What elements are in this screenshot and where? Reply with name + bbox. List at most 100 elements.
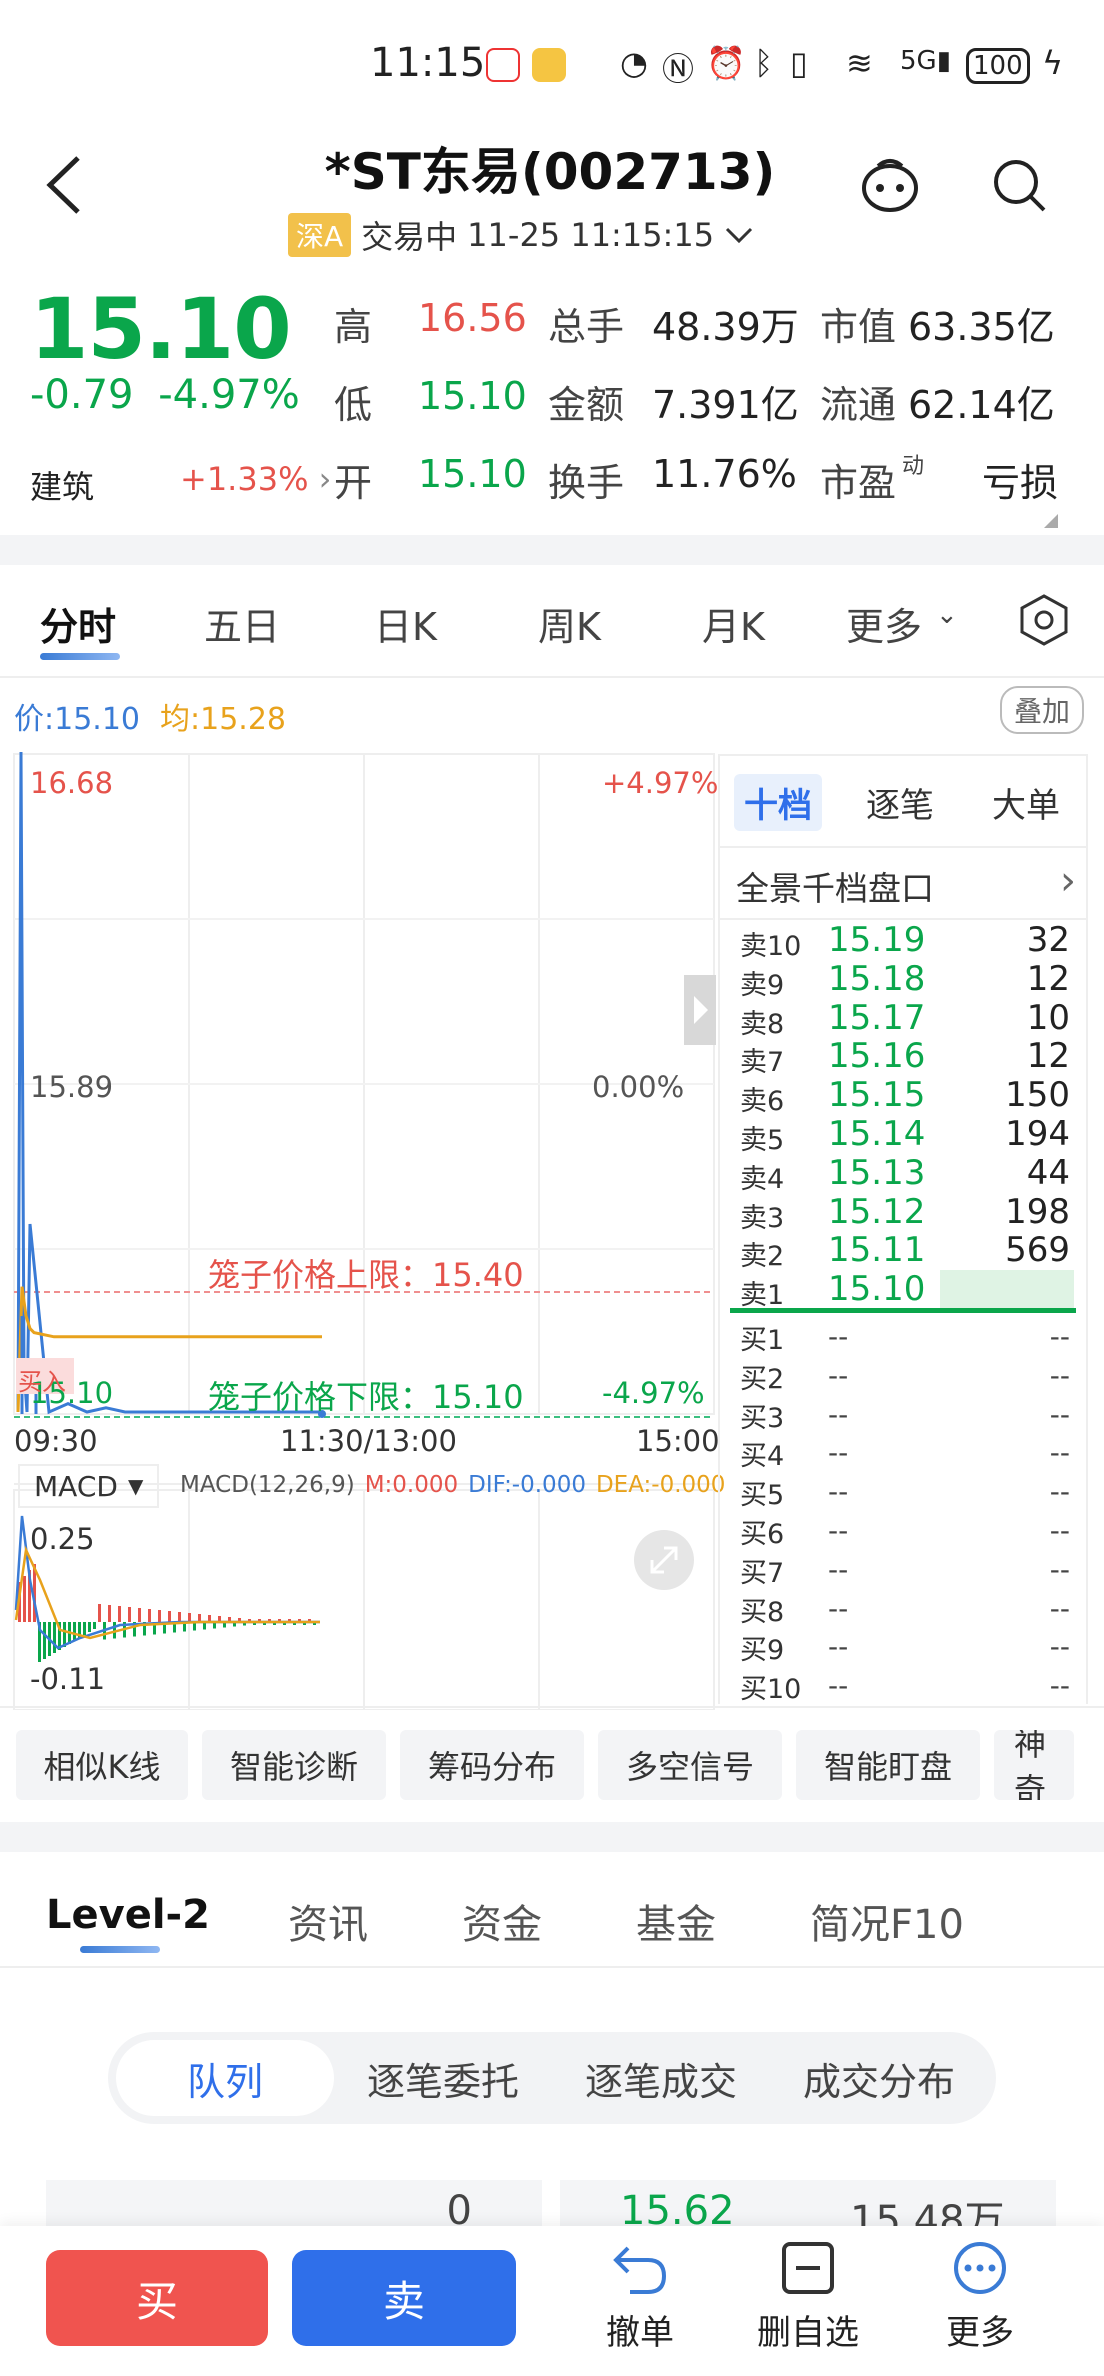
- orderbook-tab[interactable]: 十档: [734, 774, 822, 831]
- tab-period[interactable]: 周K: [538, 596, 601, 651]
- tab-period[interactable]: 日K: [374, 596, 437, 651]
- orderbook-tab[interactable]: 大单: [982, 774, 1070, 831]
- level-label: 卖6: [740, 1086, 785, 1118]
- bid-row[interactable]: 买1 -- --: [740, 1314, 1070, 1356]
- section-divider: [0, 535, 1104, 565]
- level-label: 卖8: [740, 1008, 785, 1040]
- macd-m: M:0.000: [364, 1472, 459, 1498]
- info-tab[interactable]: 基金: [636, 1892, 716, 1950]
- bid-row[interactable]: 买9 -- --: [740, 1624, 1070, 1666]
- cancel-order-button[interactable]: 撤单: [580, 2240, 700, 2354]
- tab-period[interactable]: 更多: [846, 596, 922, 651]
- macd-bar: [23, 1576, 26, 1622]
- level-price: --: [828, 1436, 849, 1470]
- more-button[interactable]: 更多: [920, 2240, 1040, 2354]
- remove-watchlist-button[interactable]: 删自选: [748, 2240, 868, 2354]
- ask-row[interactable]: 卖8 15.17 10: [740, 997, 1070, 1040]
- intraday-chart[interactable]: [0, 680, 720, 1710]
- trading-status[interactable]: 深A 交易中 11-25 11:15:15: [288, 212, 754, 258]
- tab-period[interactable]: 月K: [702, 596, 765, 651]
- bid-row[interactable]: 买5 -- --: [740, 1469, 1070, 1511]
- info-tab[interactable]: 资金: [462, 1892, 542, 1950]
- panorama-label: 全景千档盘口: [736, 869, 934, 908]
- alarm-icon: ⏰: [706, 44, 746, 82]
- level-price: --: [828, 1514, 849, 1547]
- level-label: 卖4: [740, 1163, 785, 1195]
- tab-period[interactable]: 五日: [204, 596, 280, 651]
- macd-selector[interactable]: MACD ▼: [18, 1464, 160, 1508]
- tool-button[interactable]: 智能盯盘: [796, 1730, 980, 1800]
- sector-name[interactable]: 建筑: [30, 462, 94, 508]
- divider: [0, 1706, 1104, 1708]
- bid-row[interactable]: 买4 -- --: [740, 1430, 1070, 1472]
- ask-row[interactable]: 卖2 15.11 569: [740, 1230, 1070, 1272]
- buy-button[interactable]: 买: [46, 2250, 268, 2346]
- bid-row[interactable]: 买7 -- --: [740, 1547, 1070, 1589]
- tool-button[interactable]: 智能诊断: [202, 1730, 386, 1800]
- speed-icon: ◔: [620, 44, 648, 82]
- buy-marker[interactable]: 买入: [18, 1362, 66, 1397]
- vibrate-icon: ▯: [790, 44, 808, 82]
- bid-row[interactable]: 买8 -- --: [740, 1586, 1070, 1628]
- status-bar: 11:15 ◔ Ⓝ ⏰ ᛒ ▯ ≋ 5G▮ 100 ϟ: [0, 0, 1104, 130]
- time-end-label: 15:00: [636, 1424, 720, 1458]
- level-volume: 10: [1026, 997, 1070, 1038]
- segment-tab[interactable]: 逐笔成交: [552, 2032, 770, 2124]
- level-label: 卖7: [740, 1047, 785, 1079]
- level-price: 15.16: [828, 1036, 926, 1077]
- ask-row[interactable]: 卖9 15.18 12: [740, 958, 1070, 1001]
- level-price: 15.18: [828, 958, 926, 999]
- sector-change-value: +1.33%: [180, 460, 309, 498]
- level-price: 15.17: [828, 997, 926, 1038]
- segment-tab[interactable]: 成交分布: [770, 2032, 988, 2124]
- orderbook-tab[interactable]: 逐笔: [856, 774, 944, 831]
- macd-bar: [188, 1613, 191, 1622]
- search-button[interactable]: [990, 156, 1050, 220]
- tool-button[interactable]: 神奇: [994, 1730, 1074, 1800]
- assistant-button[interactable]: [858, 156, 922, 220]
- panorama-link[interactable]: 全景千档盘口 ›: [736, 858, 1076, 910]
- info-tab[interactable]: 资讯: [288, 1892, 368, 1950]
- battery-icon: 100: [966, 48, 1030, 84]
- macd-bar: [83, 1622, 86, 1635]
- tool-button[interactable]: 多空信号: [598, 1730, 782, 1800]
- page-title: *ST东易(002713): [324, 143, 776, 201]
- bid-row[interactable]: 买2 -- --: [740, 1353, 1070, 1395]
- level-volume: --: [1049, 1436, 1070, 1470]
- level-label: 买8: [740, 1596, 785, 1628]
- tool-button[interactable]: 相似K线: [16, 1730, 188, 1800]
- level-label: 卖9: [740, 969, 785, 1001]
- ask-row[interactable]: 卖5 15.14 194: [740, 1114, 1070, 1156]
- sector-change[interactable]: +1.33% ›: [180, 460, 331, 498]
- info-tab[interactable]: 简况F10: [810, 1892, 964, 1950]
- cage-lower-label: 笼子价格下限：15.10: [208, 1378, 524, 1416]
- tab-period[interactable]: 分时: [40, 596, 116, 651]
- ask-row[interactable]: 卖10 15.19 32: [740, 920, 1070, 962]
- ask-row[interactable]: 卖4 15.13 44: [740, 1153, 1070, 1195]
- ask-row[interactable]: 卖3 15.12 198: [740, 1192, 1070, 1234]
- stat-label: 换手: [548, 461, 625, 505]
- bid-row[interactable]: 买10 -- --: [740, 1663, 1070, 1705]
- bid-row[interactable]: 买6 -- --: [740, 1508, 1070, 1550]
- chart-settings-button[interactable]: [1016, 592, 1072, 652]
- macd-top-label: 0.25: [30, 1522, 95, 1556]
- segment-tab[interactable]: 逐笔委托: [334, 2032, 552, 2124]
- bid-row[interactable]: 买3 -- --: [740, 1392, 1070, 1434]
- sell-button[interactable]: 卖: [292, 2250, 516, 2346]
- level-volume: --: [1049, 1552, 1070, 1586]
- active-tab-indicator: [40, 653, 120, 660]
- segment-tab[interactable]: 队列: [116, 2040, 334, 2116]
- macd-bar: [88, 1622, 91, 1632]
- pct-mid-label: 0.00%: [592, 1070, 685, 1104]
- ask-row[interactable]: 卖7 15.16 12: [740, 1036, 1070, 1078]
- back-button[interactable]: [40, 150, 100, 230]
- stat-label: 金额: [548, 383, 625, 427]
- info-tab[interactable]: Level-2: [46, 1892, 210, 1938]
- level-volume: --: [1049, 1320, 1070, 1353]
- macd-bar: [168, 1611, 171, 1622]
- level-volume: --: [1049, 1475, 1070, 1509]
- overlay-button[interactable]: 叠加: [1000, 686, 1085, 734]
- macd-params: MACD(12,26,9): [180, 1472, 355, 1498]
- tool-button[interactable]: 筹码分布: [400, 1730, 584, 1800]
- ask-row[interactable]: 卖6 15.15 150: [740, 1075, 1070, 1117]
